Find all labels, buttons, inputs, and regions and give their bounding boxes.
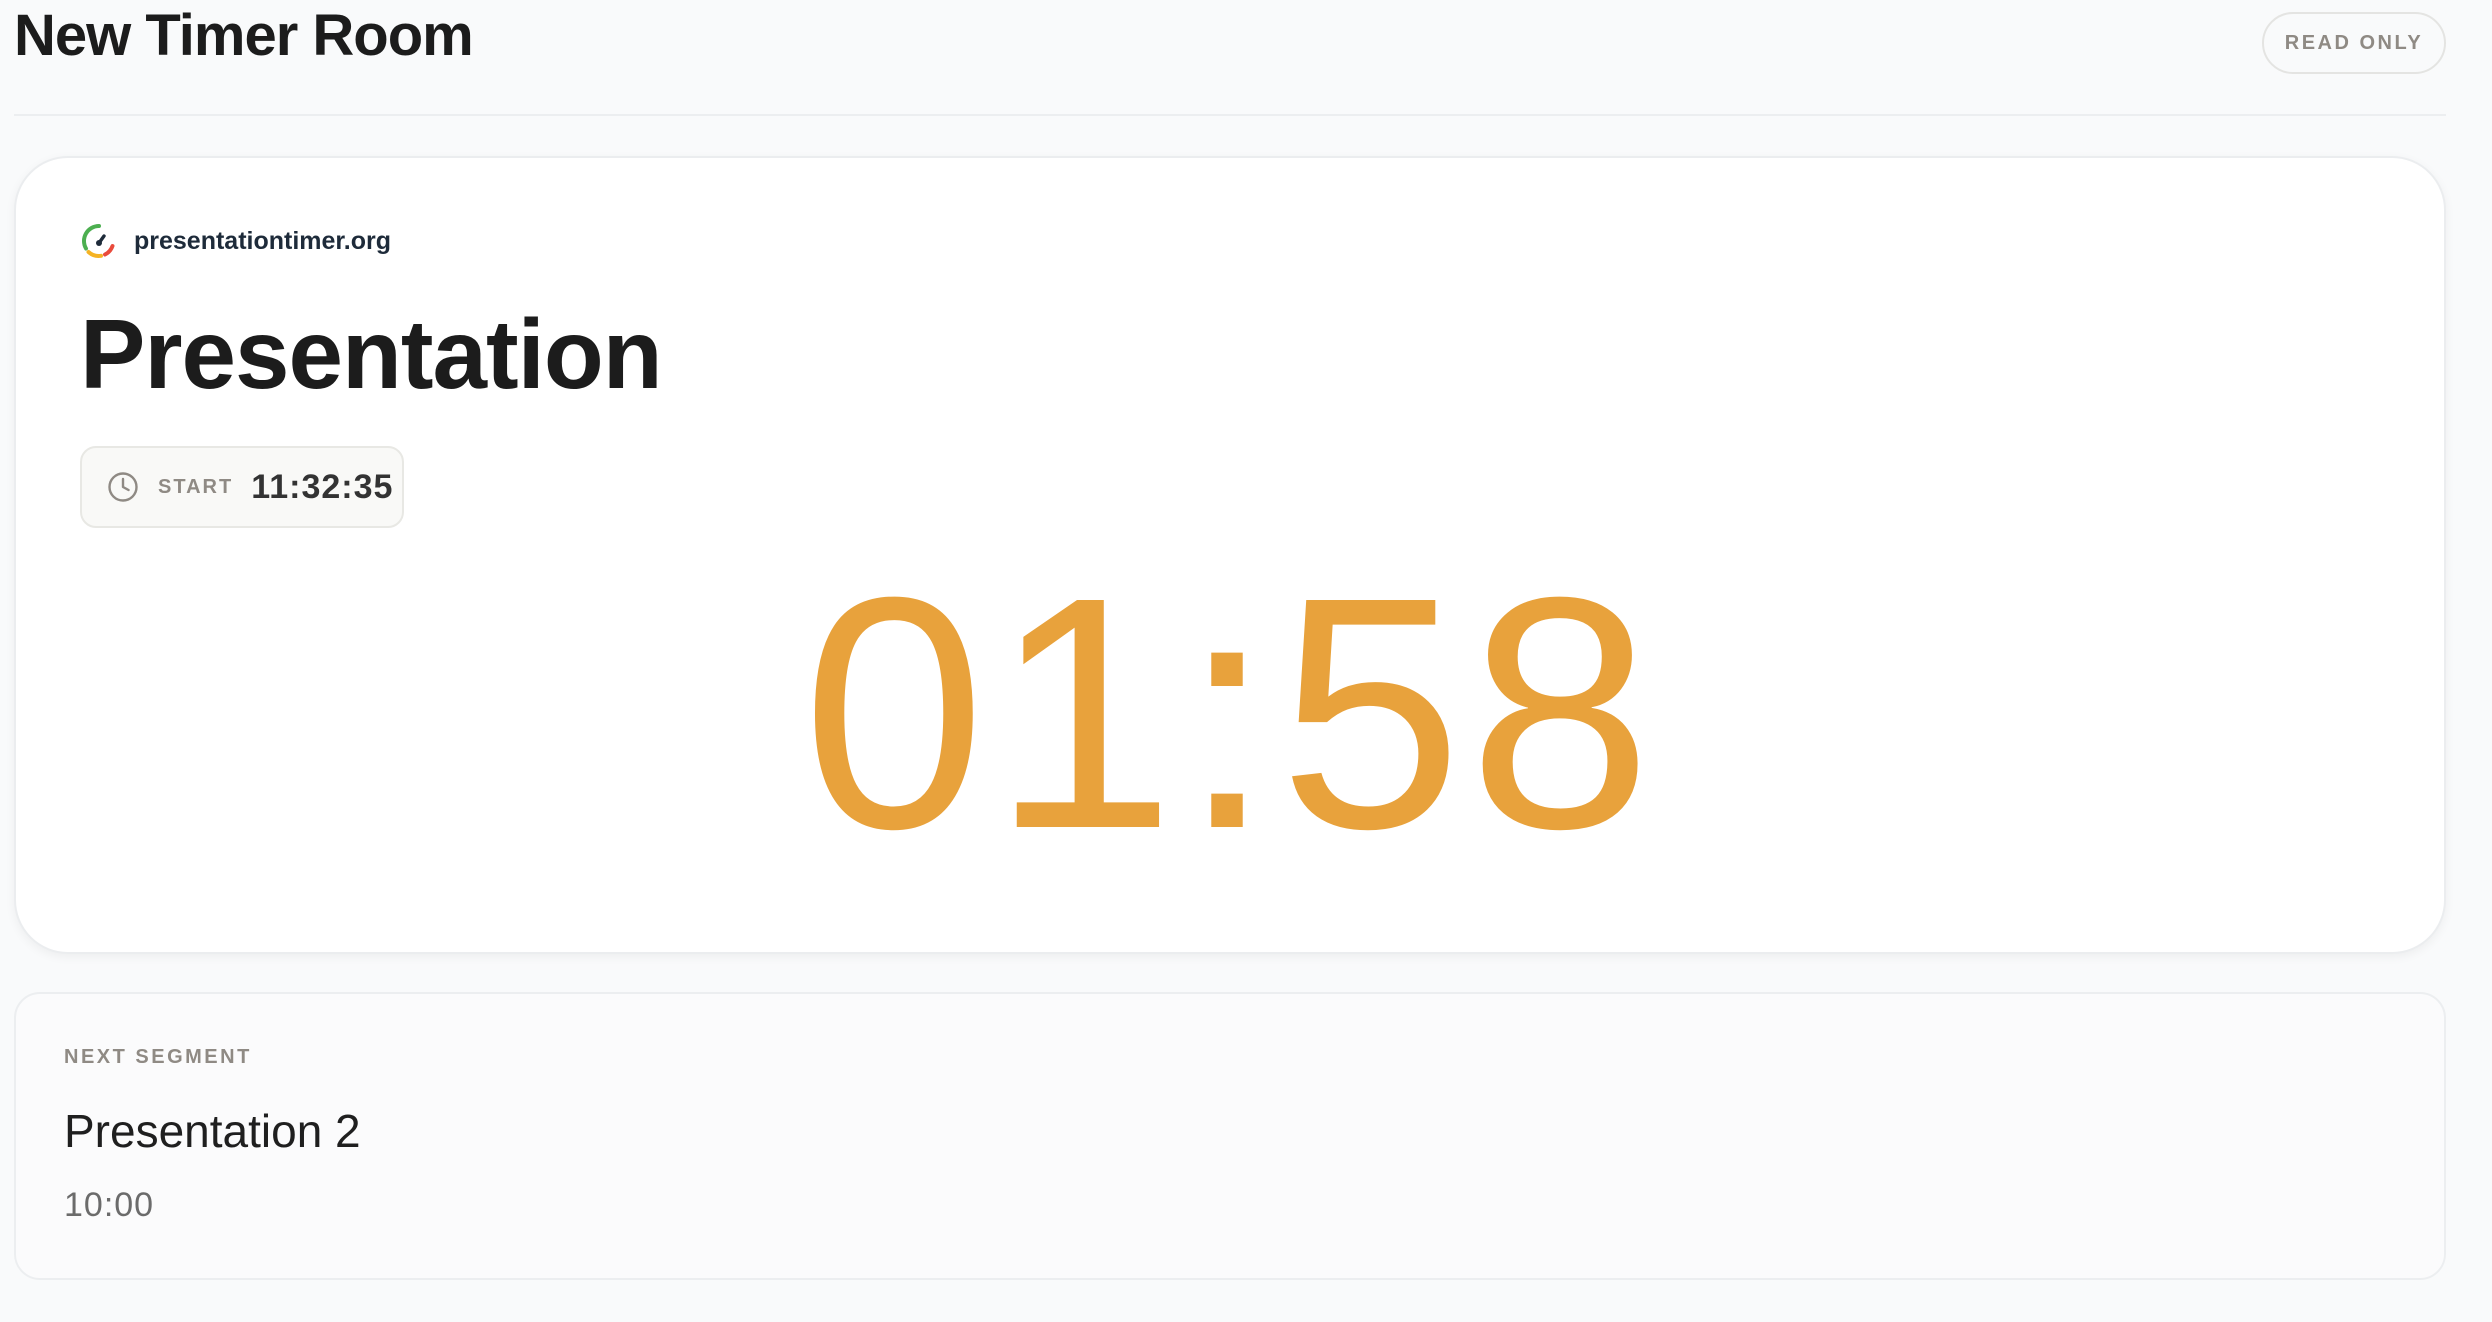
segment-title: Presentation <box>80 299 663 409</box>
next-segment-card: NEXT SEGMENT Presentation 2 10:00 <box>14 992 2446 1280</box>
room-title: New Timer Room <box>14 3 474 68</box>
next-segment-title: Presentation 2 <box>64 1105 361 1157</box>
read-only-badge: READ ONLY <box>2262 12 2446 74</box>
countdown-display: 01:58 <box>802 528 1658 897</box>
clock-icon <box>108 472 138 502</box>
start-time: 11:32:35 <box>251 467 394 506</box>
start-label: START <box>158 475 234 498</box>
brand-name: presentationtimer.org <box>134 226 391 255</box>
gauge-icon <box>82 224 115 258</box>
start-time-chip: START 11:32:35 <box>80 446 404 528</box>
brand: presentationtimer.org <box>80 222 391 260</box>
next-segment-duration: 10:00 <box>64 1186 155 1224</box>
next-segment-label: NEXT SEGMENT <box>64 1046 252 1068</box>
room-header: New Timer Room READ ONLY <box>14 0 2446 116</box>
timer-card: presentationtimer.org Presentation START… <box>14 156 2446 954</box>
